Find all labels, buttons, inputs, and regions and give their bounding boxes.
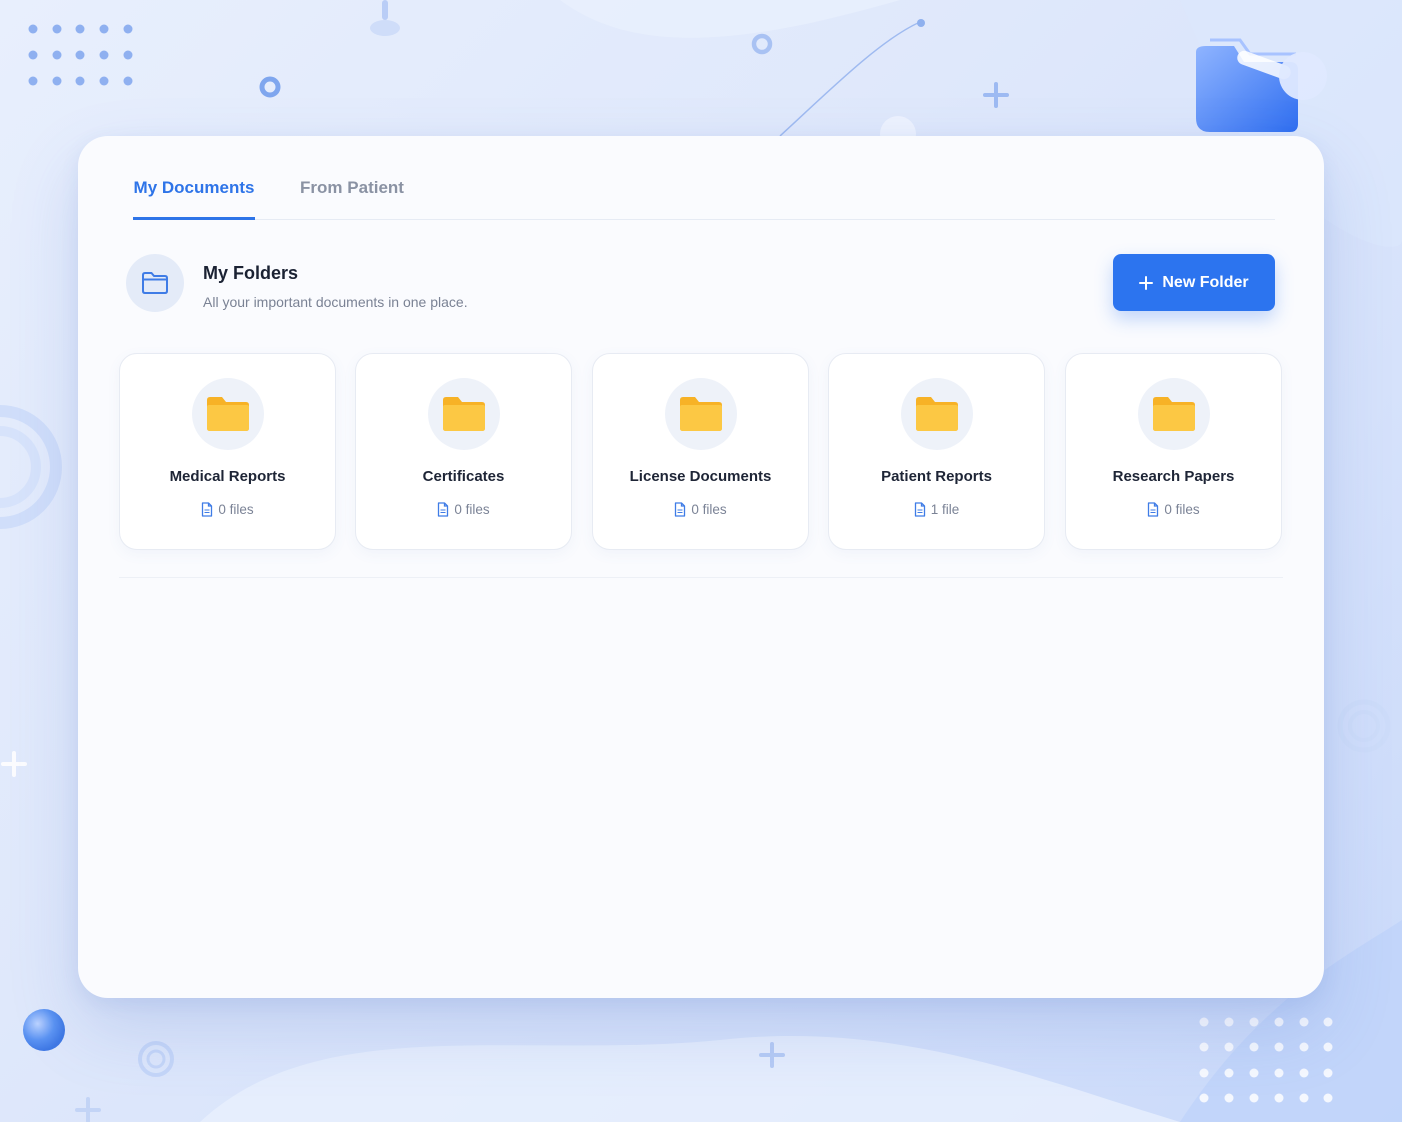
folder-outline-icon	[126, 254, 184, 312]
documents-panel: My Documents From Patient My Folders All…	[78, 136, 1324, 998]
file-count: 1 file	[829, 502, 1044, 517]
file-count-text: 0 files	[691, 502, 727, 517]
folder-card-research-papers[interactable]: Research Papers 0 files	[1065, 353, 1282, 550]
file-count: 0 files	[593, 502, 808, 517]
folder-icon	[428, 378, 500, 450]
folder-name: License Documents	[629, 468, 772, 485]
folder-card-certificates[interactable]: Certificates 0 files	[355, 353, 572, 550]
folder-card-license-documents[interactable]: License Documents 0 files	[592, 353, 809, 550]
page-subtitle: All your important documents in one plac…	[203, 294, 468, 310]
folder-icon	[901, 378, 973, 450]
file-icon	[675, 502, 686, 517]
section-divider	[119, 577, 1283, 578]
new-folder-button[interactable]: New Folder	[1113, 254, 1275, 311]
file-count-text: 0 files	[218, 502, 254, 517]
folder-grid: Medical Reports 0 files Certificates 0 f…	[119, 353, 1283, 550]
file-icon	[914, 502, 925, 517]
page-title: My Folders	[203, 263, 299, 283]
file-count: 0 files	[1066, 502, 1281, 517]
new-folder-label: New Folder	[1162, 273, 1249, 291]
file-icon	[1148, 502, 1159, 517]
folder-icon	[665, 378, 737, 450]
file-count: 0 files	[356, 502, 571, 517]
tab-bar: My Documents From Patient	[133, 179, 1275, 220]
folder-name: Medical Reports	[169, 468, 286, 485]
folder-name: Certificates	[422, 468, 505, 485]
file-count-text: 0 files	[454, 502, 490, 517]
folder-name: Patient Reports	[881, 468, 992, 485]
folder-icon	[1138, 378, 1210, 450]
tab-my-documents[interactable]: My Documents	[133, 179, 255, 220]
file-count-text: 0 files	[1164, 502, 1200, 517]
folder-card-patient-reports[interactable]: Patient Reports 1 file	[828, 353, 1045, 550]
folder-name: Research Papers	[1112, 468, 1235, 485]
file-icon	[438, 502, 449, 517]
folder-icon	[192, 378, 264, 450]
file-icon	[202, 502, 213, 517]
file-count: 0 files	[120, 502, 335, 517]
plus-icon	[1139, 275, 1154, 290]
file-count-text: 1 file	[930, 502, 960, 517]
folder-card-medical-reports[interactable]: Medical Reports 0 files	[119, 353, 336, 550]
tab-from-patient[interactable]: From Patient	[297, 179, 407, 220]
